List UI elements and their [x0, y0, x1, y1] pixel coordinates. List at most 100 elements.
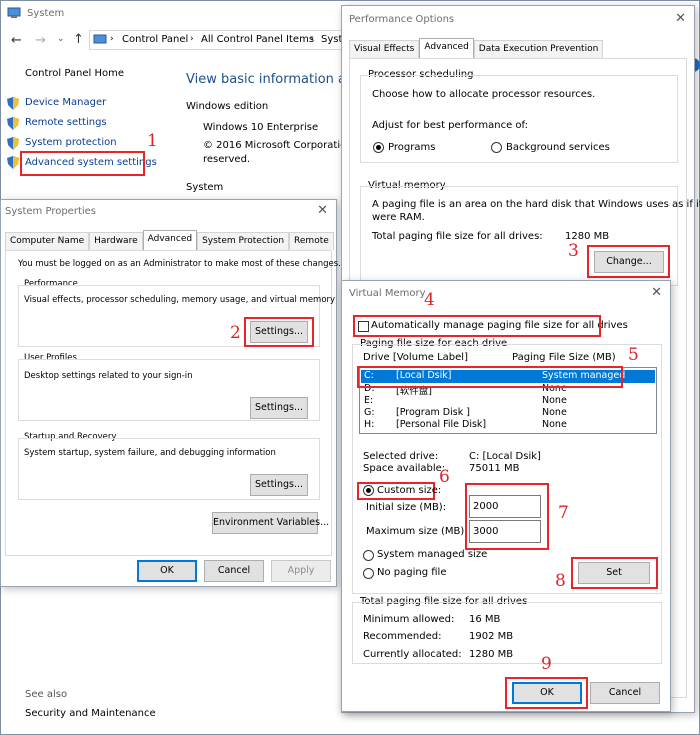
admin-note: You must be logged on as an Administrato… — [18, 259, 341, 269]
annotation-number-2: 2 — [230, 323, 241, 343]
annotation-number-4: 4 — [424, 290, 435, 310]
copyright-line-2: reserved. — [203, 154, 251, 165]
background-services-radio[interactable] — [491, 142, 502, 153]
minimum-allowed-label: Minimum allowed: — [363, 614, 455, 625]
close-icon[interactable]: ✕ — [651, 285, 662, 300]
annotation-number-8: 8 — [555, 571, 566, 591]
drive-volume-label: [Program Disk ] — [396, 407, 470, 418]
annotation-number-3: 3 — [568, 241, 579, 261]
no-paging-label[interactable]: No paging file — [377, 567, 446, 578]
processor-desc: Choose how to allocate processor resourc… — [372, 89, 596, 100]
drive-column-header: Drive [Volume Label] — [363, 352, 468, 363]
virtual-memory-desc-2: were RAM. — [372, 212, 425, 223]
breadcrumb-sep-icon: › — [310, 34, 314, 44]
virtual-memory-dialog: Virtual Memory ✕ 4 Automatically manage … — [341, 280, 671, 712]
virtual-memory-desc-1: A paging file is an area on the hard dis… — [372, 199, 700, 210]
drive-letter: H: — [364, 419, 375, 430]
startup-recovery-desc: System startup, system failure, and debu… — [24, 448, 276, 458]
annotation-box-2 — [244, 317, 314, 347]
dialog-title: System Properties — [5, 206, 97, 217]
space-available-label: Space available: — [363, 463, 446, 474]
tab-advanced[interactable]: Advanced — [419, 38, 474, 58]
cancel-button[interactable]: Cancel — [204, 560, 264, 582]
address-bar[interactable]: › Control Panel › All Control Panel Item… — [89, 30, 349, 50]
dialog-title: Virtual Memory — [349, 288, 426, 299]
tab-computer-name[interactable]: Computer Name — [5, 232, 90, 250]
shield-icon — [7, 97, 19, 110]
drive-volume-label: [Personal File Disk] — [396, 419, 487, 430]
drive-paging-size: None — [542, 395, 567, 406]
cancel-button[interactable]: Cancel — [590, 682, 660, 704]
recommended-label: Recommended: — [363, 631, 442, 642]
tab-remote[interactable]: Remote — [289, 232, 334, 250]
user-profiles-settings-button[interactable]: Settings... — [250, 397, 308, 419]
no-paging-radio[interactable] — [363, 568, 374, 579]
shield-icon — [7, 137, 19, 150]
dialog-title: Performance Options — [349, 14, 455, 25]
system-managed-radio[interactable] — [363, 550, 374, 561]
close-icon[interactable]: ✕ — [675, 11, 686, 26]
background-services-label[interactable]: Background services — [506, 142, 610, 153]
programs-label[interactable]: Programs — [388, 142, 435, 153]
tab-data-execution-prevention[interactable]: Data Execution Prevention — [473, 40, 604, 58]
currently-allocated-value: 1280 MB — [469, 649, 514, 660]
annotation-number-1: 1 — [147, 131, 158, 151]
drive-letter: G: — [364, 407, 375, 418]
shield-icon — [7, 156, 19, 169]
system-window-title: System — [27, 8, 65, 19]
annotation-box-7 — [465, 483, 549, 550]
advanced-tab-panel: You must be logged on as an Administrato… — [5, 250, 341, 556]
annotation-number-7: 7 — [558, 503, 569, 523]
windows-edition-label: Windows edition — [186, 101, 269, 112]
tab-visual-effects[interactable]: Visual Effects — [349, 40, 420, 58]
control-panel-home-link[interactable]: Control Panel Home — [25, 68, 124, 79]
see-also-label: See also — [25, 689, 68, 700]
page-title: View basic information abo — [186, 72, 363, 87]
tab-advanced[interactable]: Advanced — [142, 230, 198, 250]
drive-letter: E: — [364, 395, 374, 406]
selected-drive-value: C: [Local Dsik] — [469, 451, 541, 462]
drive-row-h[interactable]: H: [Personal File Disk] None — [361, 419, 655, 432]
breadcrumb-all-items[interactable]: All Control Panel Items — [201, 34, 314, 45]
tab-hardware[interactable]: Hardware — [89, 232, 143, 250]
annotation-box-3 — [587, 245, 670, 278]
back-arrow-icon[interactable]: ← — [11, 33, 22, 48]
shield-icon — [7, 117, 19, 130]
windows-edition-value: Windows 10 Enterprise — [203, 122, 319, 133]
size-column-header: Paging File Size (MB) — [512, 352, 616, 363]
sidebar-item-remote-settings[interactable]: Remote settings — [25, 117, 107, 128]
space-available-value: 75011 MB — [469, 463, 520, 474]
system-managed-label[interactable]: System managed size — [377, 549, 487, 560]
breadcrumb-control-panel[interactable]: Control Panel — [122, 34, 188, 45]
total-paging-label: Total paging file size for all drives: — [372, 231, 543, 242]
custom-size-label[interactable]: Custom size: — [377, 485, 441, 496]
user-profiles-desc: Desktop settings related to your sign-in — [24, 371, 193, 381]
initial-size-label: Initial size (MB): — [366, 502, 447, 513]
annotation-box-9 — [505, 677, 588, 709]
sidebar-item-system-protection[interactable]: System protection — [25, 137, 117, 148]
annotation-box-5 — [357, 366, 623, 388]
annotation-box-1 — [20, 151, 145, 176]
security-maintenance-link[interactable]: Security and Maintenance — [25, 708, 156, 719]
annotation-number-5: 5 — [628, 345, 639, 365]
recent-dropdown-icon[interactable]: ⌄ — [57, 34, 65, 44]
custom-size-radio[interactable] — [363, 485, 374, 496]
close-icon[interactable]: ✕ — [317, 203, 328, 218]
forward-arrow-icon[interactable]: → — [35, 33, 46, 48]
tab-system-protection[interactable]: System Protection — [197, 232, 290, 250]
annotation-box-4 — [353, 315, 601, 337]
selected-drive-label: Selected drive: — [363, 451, 439, 462]
programs-radio[interactable] — [373, 142, 384, 153]
environment-variables-button[interactable]: Environment Variables... — [212, 512, 329, 534]
annotation-number-9: 9 — [541, 654, 552, 674]
recommended-value: 1902 MB — [469, 631, 514, 642]
startup-settings-button[interactable]: Settings... — [250, 474, 308, 496]
control-panel-icon — [93, 34, 107, 44]
ok-button[interactable]: OK — [137, 560, 197, 582]
apply-button[interactable]: Apply — [271, 560, 331, 582]
up-arrow-icon[interactable]: ↑ — [73, 32, 84, 47]
system-window-icon — [7, 7, 21, 18]
breadcrumb-sep-icon: › — [110, 34, 114, 44]
system-section-label: System — [186, 182, 224, 193]
sidebar-item-device-manager[interactable]: Device Manager — [25, 97, 106, 108]
